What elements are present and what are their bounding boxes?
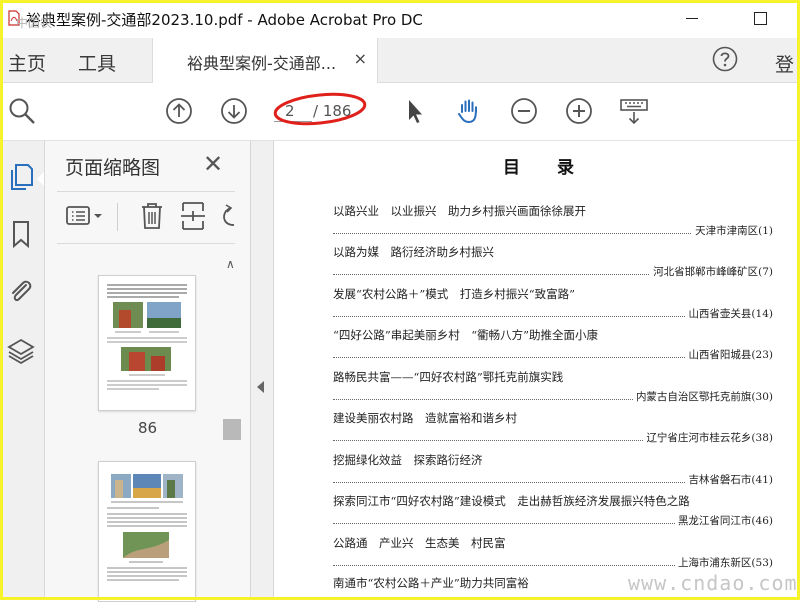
page-thumbnail[interactable] [98,275,196,411]
page-thumbnail-image [107,284,187,390]
toc-entry-title: 探索同江市“四好农村路”建设模式 走出赫哲族经济发展振兴特色之路 [333,494,690,508]
zoom-out-icon[interactable] [509,96,539,126]
toc-entry[interactable]: 以路为媒 路衍经济助乡村振兴 河北省邯郸市峰峰矿区(7) [333,244,773,284]
panel-close-icon[interactable]: ✕ [203,150,223,178]
toc-entry-location: 内蒙古自治区鄂托克前旗(30) [632,389,773,404]
toc-entry[interactable]: 建设美丽农村路 造就富裕和谐乡村 辽宁省庄河市桂云花乡(38) [333,410,773,450]
attachment-icon[interactable] [6,277,36,307]
layers-icon[interactable] [6,336,36,366]
panel-divider [57,191,235,192]
tab-home[interactable]: 主页 [8,49,46,76]
title-bar: 裕典型案例-交通部2023.10.pdf - Adobe Acrobat Pro… [0,0,800,38]
tab-document[interactable]: 裕典型案例-交通部... × [152,38,378,83]
toc-entry-title: 路畅民共富——“四好农村路”鄂托克前旗实践 [333,370,564,384]
toc-entry-title: 发展“农村公路＋”模式 打造乡村振兴“致富路” [333,287,576,301]
bookmark-icon[interactable] [6,219,36,249]
current-page: 2 [285,102,295,120]
hand-icon[interactable] [454,96,484,126]
toc-entry[interactable]: 以路兴业 以业振兴 助力乡村振兴画面徐徐展开 天津市津南区(1) [333,203,773,243]
scroll-up-icon[interactable]: ∧ [226,257,235,271]
tab-tools[interactable]: 工具 [78,49,116,76]
tab-bar: 主页 工具 裕典型案例-交通部... × 登 [0,38,800,83]
toc-title: 目 录 [503,158,575,178]
toc-entry[interactable]: 公路通 产业兴 生态美 村民富 上海市浦东新区(53) [333,535,773,575]
toc-entry[interactable]: “四好公路”串起美丽乡村 “衢畅八方”助推全面小康 山西省阳城县(23) [333,327,773,367]
rail-active-notch [37,172,44,186]
site-watermark: www.cndao.com [628,571,798,595]
corner-watermark: 中国农 [16,16,53,30]
sign-in-link[interactable]: 登 [775,50,794,77]
page-thumbnail-image [107,474,187,581]
toc-entry-title: “四好公路”串起美丽乡村 “衢畅八方”助推全面小康 [333,328,599,342]
insert-page-icon[interactable] [179,199,207,233]
keyboard-scroll-icon[interactable] [619,96,649,126]
collapse-arrow-icon[interactable] [257,381,264,393]
toc-entry-location: 辽宁省庄河市桂云花乡(38) [643,430,773,445]
select-arrow-icon[interactable] [400,96,430,126]
toc-entry-location: 山西省阳城县(23) [685,347,773,362]
page-thumbnail[interactable] [98,461,196,602]
page-thumbnails-panel: 页面缩略图 ✕ ∧ 86 [45,141,251,602]
toc-entry[interactable]: 路畅民共富——“四好农村路”鄂托克前旗实践 内蒙古自治区鄂托克前旗(30) [333,369,773,409]
toc-entry[interactable]: 发展“农村公路＋”模式 打造乡村振兴“致富路” 山西省壶关县(14) [333,286,773,326]
toc-entry[interactable]: 探索同江市“四好农村路”建设模式 走出赫哲族经济发展振兴特色之路 黑龙江省同江市… [333,493,773,533]
toc-entry-location: 黑龙江省同江市(46) [674,513,773,528]
toc-entry-location: 山西省壶关县(14) [685,306,773,321]
minimize-button[interactable] [672,4,712,32]
page-up-icon[interactable] [164,96,194,126]
toc-entry-location: 天津市津南区(1) [692,223,773,238]
search-zoom-icon[interactable] [7,96,37,126]
zoom-in-icon[interactable] [564,96,594,126]
document-tab-label: 裕典型案例-交通部... [187,54,337,73]
page-thumbnails-icon[interactable] [6,161,36,191]
main-toolbar: 2 / 186 [0,83,800,141]
rotate-page-icon[interactable] [218,199,236,233]
toc-entry-title: 建设美丽农村路 造就富裕和谐乡村 [333,411,517,425]
panel-scrollbar-thumb[interactable] [223,419,241,440]
maximize-icon [753,11,767,25]
toc-entry-title: 公路通 产业兴 生态美 村民富 [333,536,506,550]
toc-entry-location: 河北省邯郸市峰峰矿区(7) [650,264,773,279]
panel-divider [57,243,235,244]
toc-entry-location: 吉林省磐石市(41) [685,472,773,487]
toc-entry[interactable]: 挖掘绿化效益 探索路衍经济 吉林省磐石市(41) [333,452,773,492]
help-icon[interactable] [712,46,738,72]
toolbar-separator [117,203,118,231]
toc-entry-location: 上海市浦东新区(53) [674,555,773,570]
close-tab-icon[interactable]: × [354,49,367,68]
minimize-icon [686,17,698,19]
thumbnail-page-label: 86 [138,419,158,437]
toc-entry-title: 以路为媒 路衍经济助乡村振兴 [333,245,494,259]
document-view[interactable]: 目 录 以路兴业 以业振兴 助力乡村振兴画面徐徐展开 天津市津南区(1) 以路为… [274,141,800,600]
total-pages: / 186 [313,102,352,120]
toc-entry-title: 南通市“农村公路＋产业”助力共同富裕 [333,576,529,590]
navigation-rail [0,141,45,600]
page-down-icon[interactable] [219,96,249,126]
toc-entry-title: 挖掘绿化效益 探索路衍经济 [333,453,483,467]
toc-entry-title: 以路兴业 以业振兴 助力乡村振兴画面徐徐展开 [333,204,586,218]
panel-collapse-strip[interactable] [251,141,274,600]
maximize-button[interactable] [740,4,780,32]
window-title: 裕典型案例-交通部2023.10.pdf - Adobe Acrobat Pro… [26,11,423,29]
delete-page-icon[interactable] [137,199,167,233]
thumbnail-options-icon[interactable] [65,199,109,233]
panel-title: 页面缩略图 [65,157,161,179]
